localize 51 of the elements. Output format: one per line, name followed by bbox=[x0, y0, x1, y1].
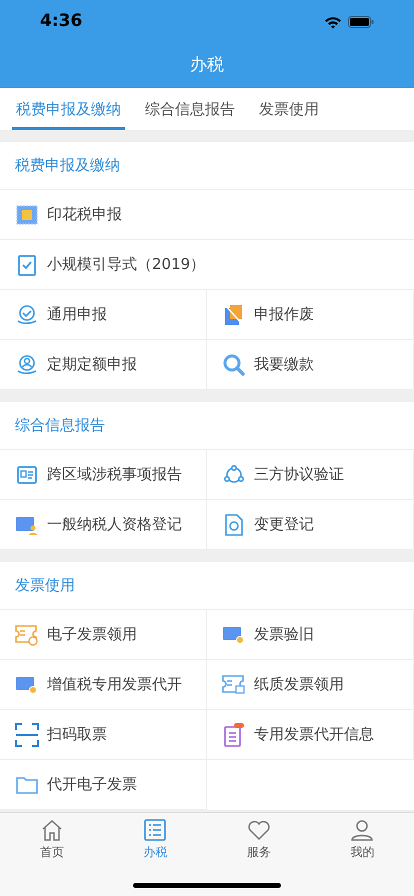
home-icon bbox=[40, 819, 63, 841]
nav-tab[interactable]: 服务 bbox=[207, 819, 310, 861]
ticket-grid-icon bbox=[222, 674, 246, 696]
triangle-nodes-icon bbox=[223, 464, 245, 484]
nav-tab[interactable]: 首页 bbox=[0, 819, 104, 861]
document-slash-icon bbox=[224, 304, 244, 326]
list-document-icon bbox=[223, 722, 245, 746]
battery-icon bbox=[348, 16, 374, 28]
nav-tab[interactable]: 我的 bbox=[310, 819, 414, 861]
section-title: 税费申报及缴纳 bbox=[15, 155, 120, 176]
card-person-icon bbox=[16, 514, 38, 534]
menu-item[interactable]: 通用申报 bbox=[0, 290, 207, 340]
scan-icon bbox=[15, 722, 39, 746]
menu-item[interactable]: 我要缴款 bbox=[207, 340, 414, 390]
menu-item[interactable]: 发票验旧 bbox=[207, 610, 414, 660]
menu-item[interactable]: 小规模引导式（2019） bbox=[0, 240, 414, 290]
person-icon bbox=[351, 819, 374, 841]
menu-item[interactable]: 专用发票代开信息 bbox=[207, 710, 414, 760]
id-card-icon bbox=[17, 466, 37, 484]
menu-item[interactable]: 电子发票领用 bbox=[0, 610, 207, 660]
document-refresh-icon bbox=[225, 514, 243, 536]
folder-icon bbox=[16, 774, 38, 794]
menu-item[interactable]: 印花税申报 bbox=[0, 190, 414, 240]
clipboard-check-icon bbox=[18, 254, 36, 276]
ticket-check-icon bbox=[15, 624, 39, 646]
tab[interactable]: 税费申报及缴纳 bbox=[12, 88, 125, 130]
menu-item[interactable]: 纸质发票领用 bbox=[207, 660, 414, 710]
search-icon bbox=[223, 354, 245, 376]
menu-item[interactable]: 申报作废 bbox=[207, 290, 414, 340]
menu-item[interactable]: 增值税专用发票代开 bbox=[0, 660, 207, 710]
menu-item[interactable]: 一般纳税人资格登记 bbox=[0, 500, 207, 550]
tab[interactable]: 综合信息报告 bbox=[141, 88, 239, 130]
hand-check-icon bbox=[16, 304, 38, 326]
menu-item[interactable]: 三方协议验证 bbox=[207, 450, 414, 500]
status-time: 4:36 bbox=[40, 10, 82, 34]
ticket-badge-icon bbox=[223, 624, 245, 644]
section-title: 发票使用 bbox=[15, 575, 75, 596]
hand-person-icon bbox=[16, 354, 38, 376]
menu-item[interactable]: 变更登记 bbox=[207, 500, 414, 550]
page-title: 办税 bbox=[190, 54, 224, 78]
stamp-icon bbox=[16, 204, 38, 224]
menu-item[interactable]: 代开电子发票 bbox=[0, 760, 207, 810]
wifi-icon bbox=[324, 16, 342, 28]
ticket-badge-icon bbox=[16, 674, 38, 694]
tab[interactable]: 发票使用 bbox=[255, 88, 323, 130]
menu-item[interactable]: 跨区域涉税事项报告 bbox=[0, 450, 207, 500]
list-icon bbox=[144, 819, 166, 841]
menu-item[interactable]: 定期定额申报 bbox=[0, 340, 207, 390]
section-title: 综合信息报告 bbox=[15, 415, 105, 436]
heart-icon bbox=[246, 819, 271, 841]
menu-item[interactable]: 扫码取票 bbox=[0, 710, 207, 760]
